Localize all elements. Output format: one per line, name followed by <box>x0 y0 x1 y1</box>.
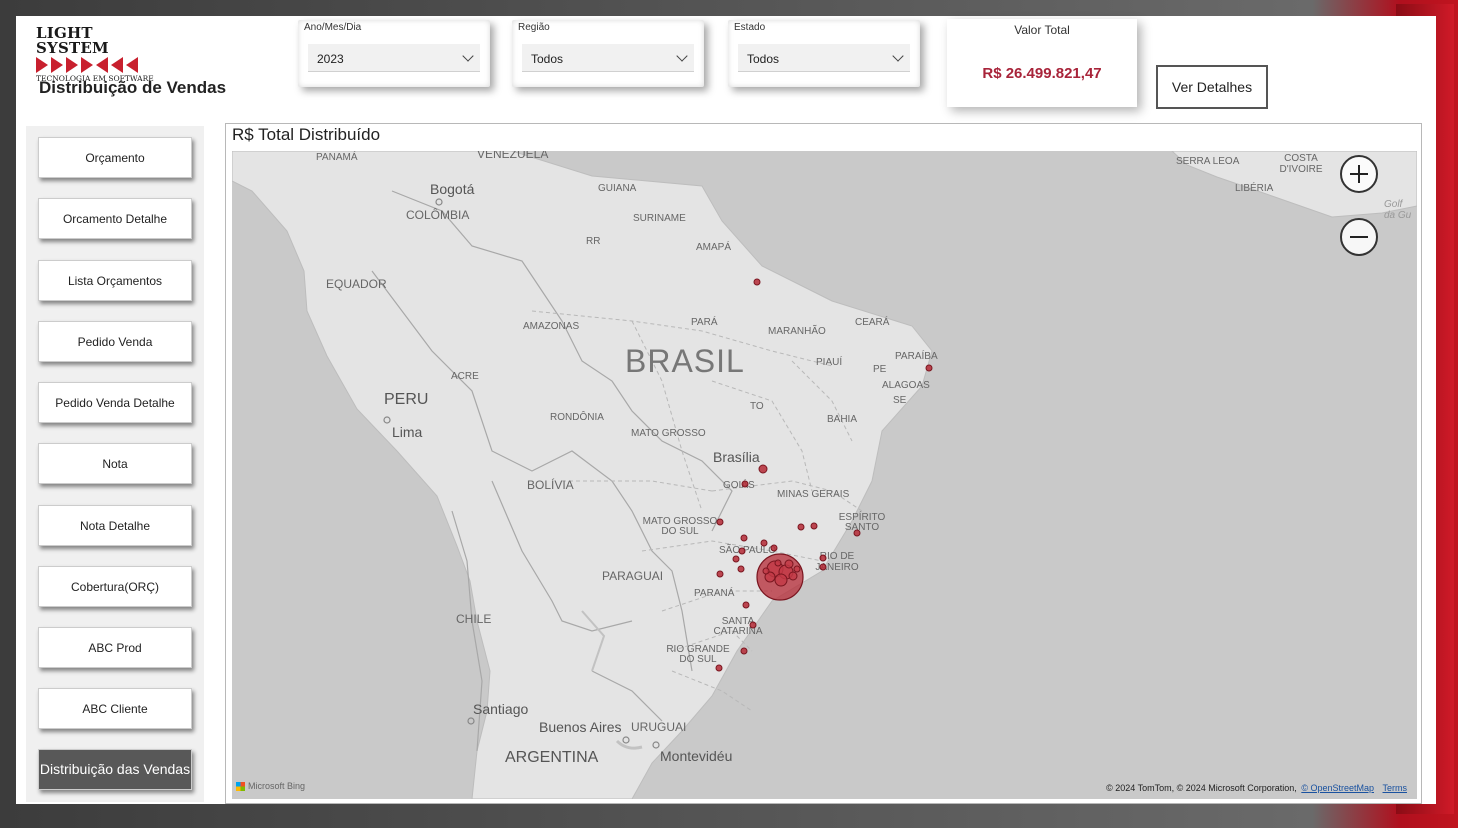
bubble-point[interactable] <box>819 554 827 562</box>
nav-button-orcamento-detalhe[interactable]: Orcamento Detalhe <box>38 198 192 239</box>
bubble-point[interactable] <box>758 464 768 474</box>
kpi-label: Valor Total <box>1014 23 1070 37</box>
filter-state-value: Todos <box>747 52 780 66</box>
report-canvas: LIGHT SYSTEM TECNOLOGIA EM SOFTWARE Dist… <box>16 16 1436 804</box>
minus-icon <box>1350 236 1368 238</box>
bing-logo: Microsoft Bing <box>236 781 305 791</box>
bubble-cluster-sp[interactable] <box>756 553 804 601</box>
filter-region-value: Todos <box>531 52 564 66</box>
nav-button-nota[interactable]: Nota <box>38 443 192 484</box>
bubble-point[interactable] <box>760 539 768 547</box>
kpi-value: R$ 26.499.821,47 <box>982 65 1102 82</box>
nav-button-orcamento[interactable]: Orçamento <box>38 137 192 178</box>
terms-link[interactable]: Terms <box>1383 783 1408 793</box>
attribution-text: © 2024 TomTom, © 2024 Microsoft Corporat… <box>1106 783 1297 793</box>
microsoft-logo-icon <box>236 781 245 791</box>
filter-state-select[interactable]: Todos <box>738 44 910 72</box>
filter-date-label: Ano/Mes/Dia <box>304 22 362 33</box>
bing-text: Microsoft Bing <box>248 781 306 791</box>
filter-state[interactable]: Estado Todos <box>728 20 920 87</box>
nav-button-cobertura[interactable]: Cobertura(ORÇ) <box>38 566 192 607</box>
osm-link[interactable]: © OpenStreetMap <box>1301 783 1374 793</box>
bubble-point[interactable] <box>753 278 761 286</box>
page-title: Distribuição de Vendas <box>39 78 227 97</box>
bubble-point[interactable] <box>853 529 861 537</box>
filter-date-value: 2023 <box>317 52 344 66</box>
nav-button-distribuicao-vendas[interactable]: Distribuição das Vendas <box>38 749 192 790</box>
logo-title: LIGHT SYSTEM <box>36 24 109 57</box>
chevron-down-icon <box>462 50 474 62</box>
see-details-button[interactable]: Ver Detalhes <box>1156 65 1268 109</box>
map-canvas[interactable]: PANAMÁ VENEZUELA Bogotá COLÔMBIA GUIANA … <box>232 151 1417 799</box>
nav-button-pedido-venda[interactable]: Pedido Venda <box>38 321 192 362</box>
chevron-down-icon <box>676 50 688 62</box>
nav-button-lista-orcamentos[interactable]: Lista Orçamentos <box>38 260 192 301</box>
bubble-point[interactable] <box>797 523 805 531</box>
logo-arrows-icon <box>36 57 166 73</box>
nav-button-abc-prod[interactable]: ABC Prod <box>38 627 192 668</box>
filter-region-label: Região <box>518 22 550 33</box>
filter-region-select[interactable]: Todos <box>522 44 694 72</box>
filter-state-label: Estado <box>734 22 766 33</box>
bubble-point[interactable] <box>925 364 933 372</box>
zoom-in-button[interactable] <box>1340 155 1378 193</box>
bubble-point[interactable] <box>716 518 724 526</box>
company-logo: LIGHT SYSTEM TECNOLOGIA EM SOFTWARE <box>36 24 166 83</box>
bubble-point[interactable] <box>740 647 748 655</box>
bubble-point[interactable] <box>737 565 745 573</box>
bubble-point[interactable] <box>740 534 748 542</box>
map-visual: R$ Total Distribuído PANAMÁ VENEZUELA Bo… <box>225 123 1422 804</box>
kpi-card-total: Valor Total R$ 26.499.821,47 <box>947 19 1137 107</box>
zoom-out-button[interactable] <box>1340 218 1378 256</box>
bubble-point[interactable] <box>742 601 750 609</box>
filter-region[interactable]: Região Todos <box>512 20 704 87</box>
chevron-down-icon <box>892 50 904 62</box>
map-attribution: © 2024 TomTom, © 2024 Microsoft Corporat… <box>1106 783 1407 793</box>
nav-button-abc-cliente[interactable]: ABC Cliente <box>38 688 192 729</box>
bubble-point[interactable] <box>819 563 827 571</box>
bubble-point[interactable] <box>715 664 723 672</box>
bubble-point[interactable] <box>749 621 757 629</box>
filter-date-select[interactable]: 2023 <box>308 44 480 72</box>
bubble-point[interactable] <box>741 480 749 488</box>
map-title: R$ Total Distribuído <box>232 125 381 144</box>
map-bubbles <box>383 198 933 749</box>
nav-panel: Orçamento Orcamento Detalhe Lista Orçame… <box>26 126 204 802</box>
bubble-point[interactable] <box>738 547 746 555</box>
bubble-point[interactable] <box>770 544 778 552</box>
plus-icon-vertical <box>1358 165 1360 183</box>
bubble-point[interactable] <box>810 522 818 530</box>
bubble-point[interactable] <box>716 570 724 578</box>
bubble-point[interactable] <box>732 555 740 563</box>
filter-date[interactable]: Ano/Mes/Dia 2023 <box>298 20 490 87</box>
nav-button-pedido-venda-detalhe[interactable]: Pedido Venda Detalhe <box>38 382 192 423</box>
nav-button-nota-detalhe[interactable]: Nota Detalhe <box>38 505 192 546</box>
